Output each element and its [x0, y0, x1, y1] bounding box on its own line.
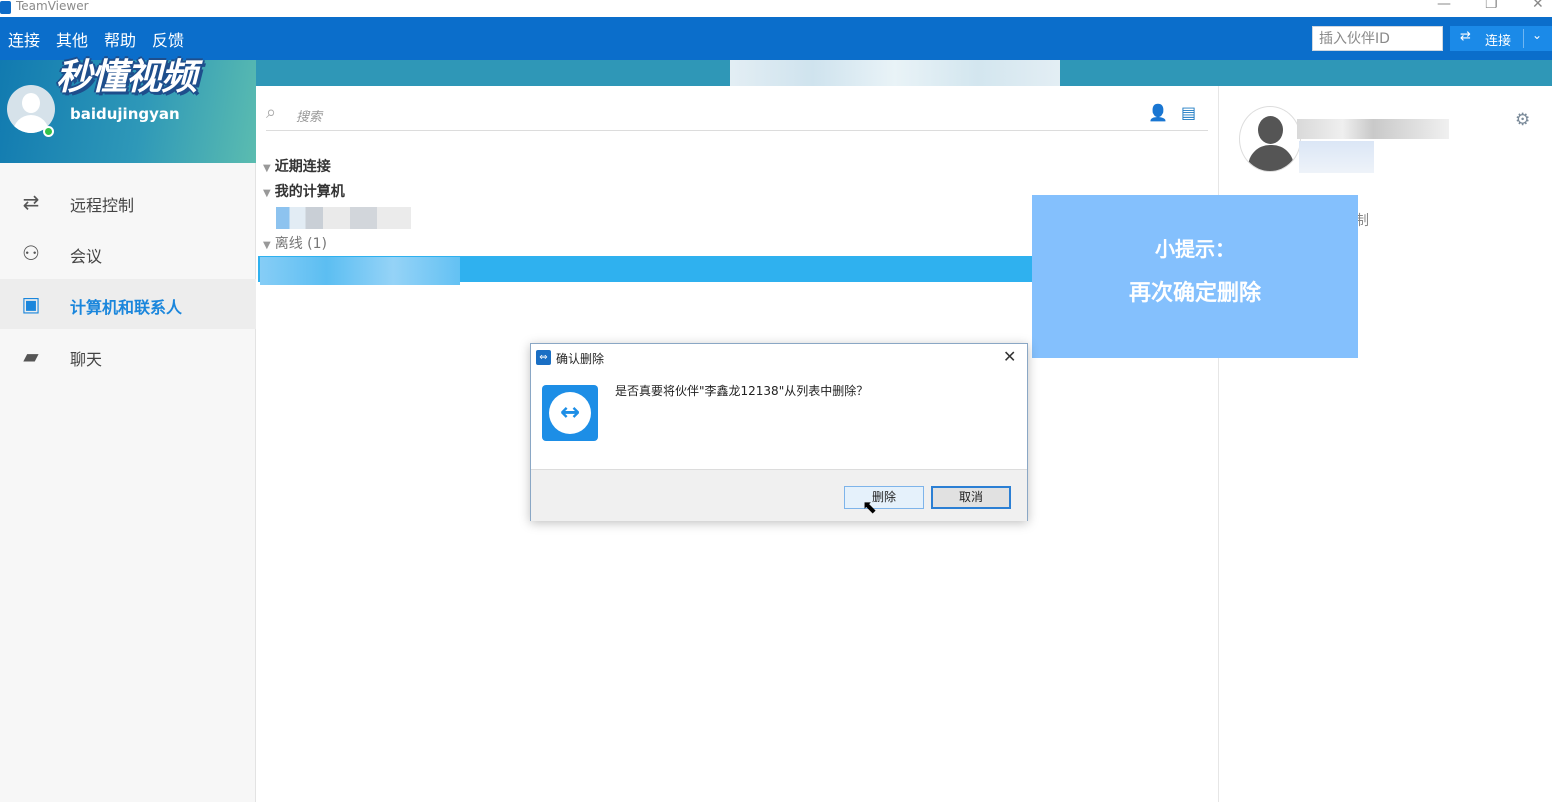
- blurred-contact-detail: [1299, 141, 1374, 173]
- contact-avatar: [1239, 106, 1301, 172]
- blurred-contact-name: [260, 257, 460, 285]
- group-my-computers[interactable]: ▼ 我的计算机: [263, 181, 345, 201]
- dialog-footer: 删除 取消: [531, 469, 1027, 521]
- teamviewer-icon: ⇔: [536, 350, 551, 365]
- mouse-cursor-icon: ⬉: [862, 497, 878, 518]
- group-offline[interactable]: ▼ 离线 (1): [263, 233, 327, 253]
- delete-button[interactable]: 删除: [844, 486, 924, 509]
- sidebar-item-label: 计算机和联系人: [70, 298, 183, 317]
- sidebar-item-remote-control[interactable]: ⇄ 远程控制: [0, 177, 256, 227]
- meeting-icon: ⚇: [22, 241, 40, 265]
- watermark-logo: 秒懂视频: [56, 57, 197, 98]
- sidebar-item-label: 聊天: [70, 350, 103, 369]
- sidebar-item-label: 远程控制: [70, 196, 135, 215]
- connect-arrows-icon: ⇄: [1460, 29, 1471, 44]
- connect-separator: [1523, 29, 1524, 48]
- expand-triangle-icon: ▼: [263, 240, 271, 251]
- window-titlebar: TeamViewer — ❐ ✕: [0, 0, 1552, 17]
- dialog-title: 确认删除: [556, 352, 605, 366]
- avatar-head: [1258, 116, 1283, 144]
- maximize-button[interactable]: ❐: [1485, 0, 1498, 12]
- avatar-head: [22, 93, 40, 113]
- view-options-icon[interactable]: ▤: [1181, 103, 1196, 122]
- dialog-close-button[interactable]: ✕: [1003, 347, 1016, 366]
- search-icon: ⌕: [266, 102, 277, 123]
- sidebar-item-computers-contacts[interactable]: ▣ 计算机和联系人: [0, 279, 256, 329]
- arrows-icon: ⇄: [22, 190, 40, 214]
- connect-button-label: 连接: [1485, 34, 1512, 49]
- gear-icon[interactable]: ⚙: [1515, 110, 1530, 130]
- blurred-contact-title: [1297, 119, 1449, 139]
- window-title: TeamViewer: [16, 0, 89, 13]
- group-recent[interactable]: ▼ 近期连接: [263, 156, 331, 176]
- sidebar-item-label: 会议: [70, 247, 103, 266]
- group-label: 我的计算机: [274, 184, 345, 200]
- tip-overlay: 小提示： 再次确定删除: [1032, 195, 1358, 358]
- teamviewer-logo-icon: ↔: [542, 385, 598, 441]
- avatar-body: [1248, 145, 1294, 171]
- teamviewer-logo-icon: [0, 1, 11, 14]
- username: baidujingyan: [70, 105, 180, 123]
- menu-connect[interactable]: 连接: [8, 27, 40, 51]
- sidebar-item-meeting[interactable]: ⚇ 会议: [0, 228, 256, 278]
- cancel-button[interactable]: 取消: [931, 486, 1011, 509]
- online-status-icon: [43, 126, 54, 137]
- tip-body: 再次确定删除: [1128, 281, 1261, 306]
- contacts-icon: ▣: [21, 292, 41, 316]
- sidebar: ⇄ 远程控制 ⚇ 会议 ▣ 计算机和联系人 ▰ 聊天: [0, 163, 256, 802]
- contact-detail-panel: ⚙ 制: [1218, 86, 1552, 802]
- app-header: 连接 其他 帮助 反馈 插入伙伴ID ⇄ 连接 ⌄: [0, 17, 1552, 60]
- group-label: 离线 (1): [274, 236, 327, 252]
- dialog-titlebar: ⇔ 确认删除 ✕: [531, 344, 1027, 371]
- blurred-banner: [730, 60, 1060, 88]
- search-bar[interactable]: ⌕ 搜索: [266, 101, 1208, 131]
- logo-ring: ↔: [549, 392, 591, 434]
- confirm-delete-dialog: ⇔ 确认删除 ✕ ↔ 是否真要将伙伴"李鑫龙12138"从列表中删除？ 删除 取…: [530, 343, 1028, 521]
- add-contact-icon[interactable]: 👤: [1148, 103, 1168, 122]
- minimize-button[interactable]: —: [1437, 0, 1451, 12]
- dialog-message: 是否真要将伙伴"李鑫龙12138"从列表中删除？: [615, 384, 869, 398]
- search-input[interactable]: 搜索: [296, 106, 322, 125]
- double-arrow-icon: ↔: [559, 398, 581, 426]
- expand-triangle-icon: ▼: [263, 188, 271, 199]
- group-label: 近期连接: [274, 159, 331, 175]
- chevron-down-icon[interactable]: ⌄: [1532, 28, 1542, 42]
- close-window-button[interactable]: ✕: [1532, 0, 1544, 12]
- connect-button[interactable]: ⇄ 连接 ⌄: [1450, 26, 1552, 51]
- tip-title: 小提示：: [1155, 237, 1235, 261]
- sidebar-item-chat[interactable]: ▰ 聊天: [0, 331, 256, 381]
- expand-triangle-icon: ▼: [263, 163, 271, 174]
- blurred-computer-entry[interactable]: [276, 207, 411, 229]
- partner-id-input[interactable]: 插入伙伴ID: [1312, 26, 1443, 51]
- chat-icon: ▰: [23, 344, 39, 368]
